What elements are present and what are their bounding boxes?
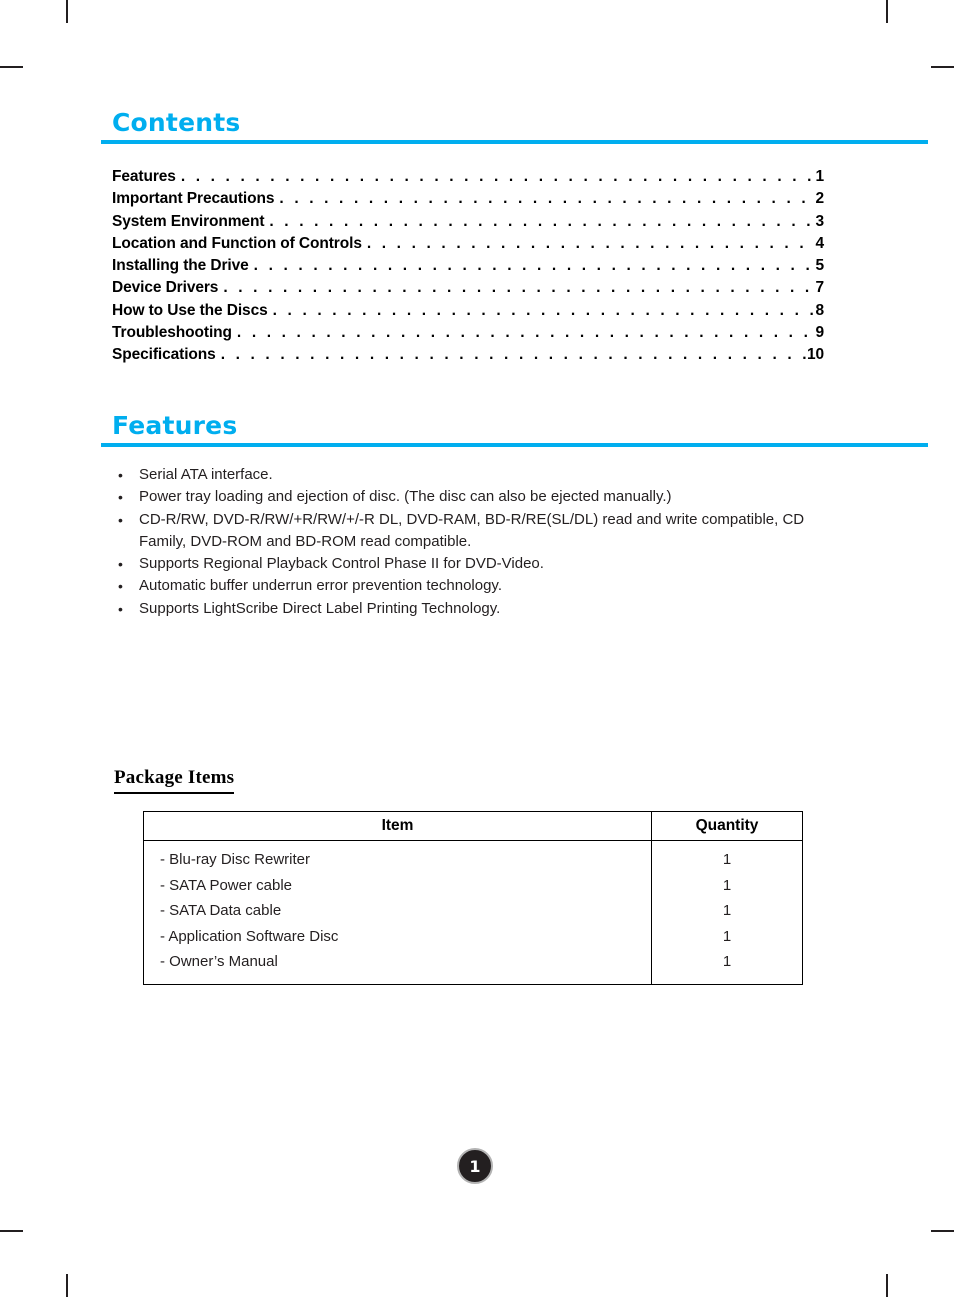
table-cell-item: - Blu-ray Disc Rewriter [143,840,652,873]
bullet-icon: • [118,489,123,506]
feature-list-item-text: Serial ATA interface. [139,466,273,483]
bullet-icon: • [118,467,123,483]
toc-entry[interactable]: Features. . . . . . . . . . . . . . . . … [112,166,824,188]
toc-dot-leader: . . . . . . . . . . . . . . . . . . . . … [272,301,816,319]
toc-dot-leader: . . . . . . . . . . . . . . . . . . . . … [269,212,815,230]
column-header-quantity: Quantity [651,811,803,841]
features-section-header: Features [101,411,928,448]
toc-entry-page-number: 10 [806,346,824,364]
feature-list-item-text: Supports LightScribe Direct Label Printi… [139,599,501,617]
toc-dot-leader: . . . . . . . . . . . . . . . . . . . . … [236,324,816,342]
toc-entry-label: Location and Function of Controls [112,234,362,252]
bullet-icon: • [118,556,123,573]
feature-list-item: • Automatic buffer underrun error prevent… [118,575,838,597]
toc-entry-label: How to Use the Discs [112,301,268,319]
features-list: • Serial ATA interface. • Power tray loadin… [118,464,838,620]
table-cell-item: - SATA Power cable [143,872,652,898]
toc-entry[interactable]: Specifications. . . . . . . . . . . . . … [112,344,824,366]
table-row: - Application Software Disc 1 [143,923,803,949]
crop-mark-top-right-horizontal [931,66,954,68]
toc-dot-leader: . . . . . . . . . . . . . . . . . . . . … [279,190,815,208]
toc-entry-page-number: 8 [815,301,824,319]
toc-entry-page-number: 7 [815,279,824,297]
toc-entry[interactable]: Location and Function of Controls. . . .… [112,233,824,255]
table-row: - SATA Power cable 1 [143,872,803,898]
features-rule [101,443,928,448]
crop-mark-bottom-left-vertical [66,1274,68,1297]
column-header-item: Item [143,811,652,841]
toc-entry-page-number: 5 [815,257,824,275]
toc-entry-label: Device Drivers [112,279,219,297]
table-of-contents: Features. . . . . . . . . . . . . . . . … [112,166,824,367]
toc-entry-page-number: 9 [815,324,824,342]
crop-mark-bottom-right-vertical [886,1274,888,1297]
feature-list-item-text: CD-R/RW, DVD-R/RW/+R/RW/+/-R DL, DVD-RAM… [139,510,805,550]
table-cell-item: - Owner’s Manual [143,949,652,985]
toc-entry-page-number: 3 [815,212,824,230]
page-number-badge: 1 [457,1148,493,1184]
feature-list-item: • Power tray loading and ejection of disc… [118,486,838,508]
toc-entry-label: System Environment [112,212,265,230]
table-row: - Blu-ray Disc Rewriter 1 [143,840,803,873]
table-cell-quantity: 1 [651,840,803,873]
toc-entry-label: Features [112,168,176,185]
feature-list-item: • Supports LightScribe Direct Label Print… [118,598,838,620]
bullet-icon: • [118,511,123,528]
crop-mark-top-left-horizontal [0,66,23,68]
toc-dot-leader: . . . . . . . . . . . . . . . . . . . . … [180,168,816,185]
feature-list-item-text: Automatic buffer underrun error preventi… [139,577,502,595]
toc-dot-leader: . . . . . . . . . . . . . . . . . . . . … [223,279,815,297]
table-cell-quantity: 1 [651,949,803,985]
package-items-table: Item Quantity - Blu-ray Disc Rewriter 1- … [143,811,803,985]
bullet-icon: • [118,578,123,595]
features-title: Features [112,411,238,440]
toc-dot-leader: . . . . . . . . . . . . . . . . . . . . … [253,257,816,275]
toc-dot-leader: . . . . . . . . . . . . . . . . . . . . … [366,234,816,252]
toc-entry-page-number: 1 [815,168,824,185]
crop-mark-top-left-vertical [66,0,68,23]
toc-entry-label: Troubleshooting [112,324,232,342]
package-items-heading: Package Items [114,767,235,794]
table-row: - SATA Data cable 1 [143,898,803,924]
toc-entry[interactable]: Device Drivers. . . . . . . . . . . . . … [112,277,824,299]
table-cell-item: - Application Software Disc [143,923,652,949]
toc-entry[interactable]: Important Precautions. . . . . . . . . .… [112,188,824,210]
toc-entry[interactable]: System Environment. . . . . . . . . . . … [112,211,824,233]
feature-list-item: • Supports Regional Playback Control Phas… [118,553,838,575]
contents-section-header: Contents [101,108,928,145]
crop-mark-bottom-right-horizontal [931,1230,954,1232]
bullet-icon: • [118,600,123,617]
crop-mark-bottom-left-horizontal [0,1230,23,1232]
table-cell-quantity: 1 [651,872,803,898]
crop-mark-top-right-vertical [886,0,888,23]
toc-entry-label: Installing the Drive [112,257,249,275]
feature-list-item: • CD-R/RW, DVD-R/RW/+R/RW/+/-R DL, DVD-RA… [118,509,838,554]
table-cell-item: - SATA Data cable [143,898,652,924]
toc-entry-label: Important Precautions [112,190,275,208]
feature-list-item-text: Power tray loading and ejection of disc.… [139,488,672,506]
toc-entry[interactable]: How to Use the Discs. . . . . . . . . . … [112,300,824,322]
table-header-row: Item Quantity [143,811,803,841]
toc-entry[interactable]: Installing the Drive. . . . . . . . . . … [112,255,824,277]
toc-entry[interactable]: Troubleshooting. . . . . . . . . . . . .… [112,322,824,344]
toc-entry-page-number: 2 [815,190,824,208]
contents-title: Contents [112,108,241,137]
table-cell-quantity: 1 [651,923,803,949]
toc-dot-leader: . . . . . . . . . . . . . . . . . . . . … [220,346,807,364]
feature-list-item: • Serial ATA interface. [118,464,838,486]
contents-rule [101,140,928,145]
toc-entry-label: Specifications [112,346,216,364]
table-row: - Owner’s Manual 1 [143,949,803,985]
toc-entry-page-number: 4 [815,234,824,252]
feature-list-item-text: Supports Regional Playback Control Phase… [139,555,544,573]
table-cell-quantity: 1 [651,898,803,924]
